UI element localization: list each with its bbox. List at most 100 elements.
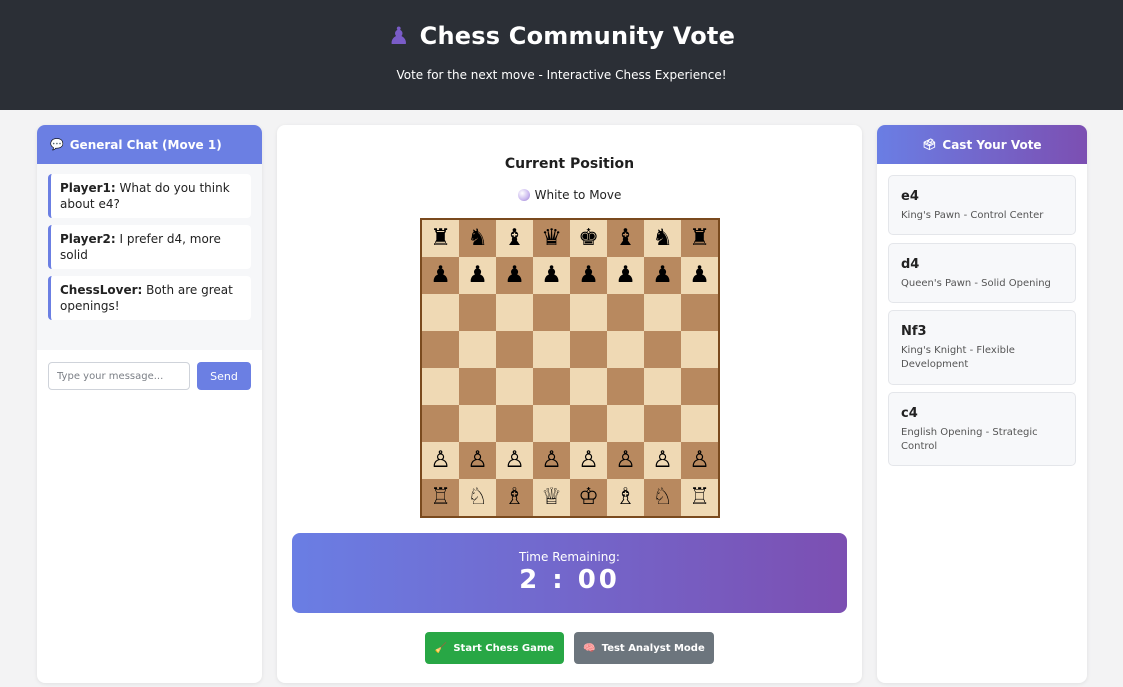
board-square-b5[interactable] [459, 331, 496, 368]
board-square-a4[interactable] [422, 368, 459, 405]
board-square-h2[interactable]: ♙ [681, 442, 718, 479]
board-square-f1[interactable]: ♗ [607, 479, 644, 516]
board-square-h6[interactable] [681, 294, 718, 331]
chess-piece[interactable]: ♟ [504, 264, 525, 287]
chess-piece[interactable]: ♞ [467, 227, 488, 250]
board-square-h3[interactable] [681, 405, 718, 442]
board-square-f3[interactable] [607, 405, 644, 442]
chess-piece[interactable]: ♗ [504, 486, 525, 509]
chess-piece[interactable]: ♟ [689, 264, 710, 287]
board-square-g3[interactable] [644, 405, 681, 442]
board-square-h1[interactable]: ♖ [681, 479, 718, 516]
board-square-c2[interactable]: ♙ [496, 442, 533, 479]
chess-piece[interactable]: ♙ [467, 449, 488, 472]
board-square-g1[interactable]: ♘ [644, 479, 681, 516]
board-square-d7[interactable]: ♟ [533, 257, 570, 294]
board-square-e4[interactable] [570, 368, 607, 405]
board-square-h8[interactable]: ♜ [681, 220, 718, 257]
board-square-e5[interactable] [570, 331, 607, 368]
board-square-h5[interactable] [681, 331, 718, 368]
vote-option-d4[interactable]: d4 Queen's Pawn - Solid Opening [888, 243, 1076, 303]
send-button[interactable]: Send [197, 362, 251, 390]
chess-piece[interactable]: ♟ [578, 264, 599, 287]
board-square-a2[interactable]: ♙ [422, 442, 459, 479]
board-square-g2[interactable]: ♙ [644, 442, 681, 479]
vote-option-nf3[interactable]: Nf3 King's Knight - Flexible Development [888, 310, 1076, 385]
chess-piece[interactable]: ♝ [504, 227, 525, 250]
board-square-b1[interactable]: ♘ [459, 479, 496, 516]
chess-piece[interactable]: ♖ [689, 486, 710, 509]
board-square-h7[interactable]: ♟ [681, 257, 718, 294]
board-square-a1[interactable]: ♖ [422, 479, 459, 516]
chess-piece[interactable]: ♜ [689, 227, 710, 250]
chess-piece[interactable]: ♟ [615, 264, 636, 287]
chess-piece[interactable]: ♕ [541, 486, 562, 509]
board-square-b6[interactable] [459, 294, 496, 331]
board-square-b8[interactable]: ♞ [459, 220, 496, 257]
chess-piece[interactable]: ♚ [578, 227, 599, 250]
chess-piece[interactable]: ♘ [652, 486, 673, 509]
board-square-d1[interactable]: ♕ [533, 479, 570, 516]
board-square-b4[interactable] [459, 368, 496, 405]
board-square-d5[interactable] [533, 331, 570, 368]
board-square-f4[interactable] [607, 368, 644, 405]
board-square-g7[interactable]: ♟ [644, 257, 681, 294]
start-chess-game-button[interactable]: 🧹 Start Chess Game [425, 632, 564, 664]
board-square-b3[interactable] [459, 405, 496, 442]
board-square-e8[interactable]: ♚ [570, 220, 607, 257]
board-square-h4[interactable] [681, 368, 718, 405]
board-square-g6[interactable] [644, 294, 681, 331]
board-square-c6[interactable] [496, 294, 533, 331]
board-square-d4[interactable] [533, 368, 570, 405]
board-square-d6[interactable] [533, 294, 570, 331]
chess-piece[interactable]: ♛ [541, 227, 562, 250]
board-square-e3[interactable] [570, 405, 607, 442]
board-square-e6[interactable] [570, 294, 607, 331]
chess-piece[interactable]: ♙ [504, 449, 525, 472]
chess-piece[interactable]: ♟ [652, 264, 673, 287]
board-square-e1[interactable]: ♔ [570, 479, 607, 516]
vote-option-c4[interactable]: c4 English Opening - Strategic Control [888, 392, 1076, 466]
chess-piece[interactable]: ♘ [467, 486, 488, 509]
board-square-d8[interactable]: ♛ [533, 220, 570, 257]
chess-piece[interactable]: ♗ [615, 486, 636, 509]
test-analyst-mode-button[interactable]: 🧠 Test Analyst Mode [574, 632, 714, 664]
board-square-d2[interactable]: ♙ [533, 442, 570, 479]
board-square-c5[interactable] [496, 331, 533, 368]
board-square-f7[interactable]: ♟ [607, 257, 644, 294]
board-square-c4[interactable] [496, 368, 533, 405]
chess-piece[interactable]: ♙ [615, 449, 636, 472]
chess-piece[interactable]: ♜ [430, 227, 451, 250]
chess-piece[interactable]: ♞ [652, 227, 673, 250]
board-square-c1[interactable]: ♗ [496, 479, 533, 516]
board-square-a3[interactable] [422, 405, 459, 442]
vote-option-e4[interactable]: e4 King's Pawn - Control Center [888, 175, 1076, 235]
board-square-c3[interactable] [496, 405, 533, 442]
board-square-g5[interactable] [644, 331, 681, 368]
board-square-f6[interactable] [607, 294, 644, 331]
chess-piece[interactable]: ♙ [578, 449, 599, 472]
board-square-f5[interactable] [607, 331, 644, 368]
chess-piece[interactable]: ♟ [430, 264, 451, 287]
board-square-d3[interactable] [533, 405, 570, 442]
chess-piece[interactable]: ♝ [615, 227, 636, 250]
board-square-e2[interactable]: ♙ [570, 442, 607, 479]
chat-message-input[interactable] [48, 362, 190, 390]
board-square-c7[interactable]: ♟ [496, 257, 533, 294]
board-square-g8[interactable]: ♞ [644, 220, 681, 257]
board-square-a6[interactable] [422, 294, 459, 331]
chess-piece[interactable]: ♔ [578, 486, 599, 509]
board-square-g4[interactable] [644, 368, 681, 405]
board-square-f2[interactable]: ♙ [607, 442, 644, 479]
chess-piece[interactable]: ♙ [541, 449, 562, 472]
chess-piece[interactable]: ♖ [430, 486, 451, 509]
chess-piece[interactable]: ♙ [430, 449, 451, 472]
board-square-b2[interactable]: ♙ [459, 442, 496, 479]
chess-piece[interactable]: ♟ [467, 264, 488, 287]
board-square-a7[interactable]: ♟ [422, 257, 459, 294]
board-square-f8[interactable]: ♝ [607, 220, 644, 257]
board-square-c8[interactable]: ♝ [496, 220, 533, 257]
board-square-a8[interactable]: ♜ [422, 220, 459, 257]
chess-piece[interactable]: ♙ [689, 449, 710, 472]
chess-piece[interactable]: ♙ [652, 449, 673, 472]
